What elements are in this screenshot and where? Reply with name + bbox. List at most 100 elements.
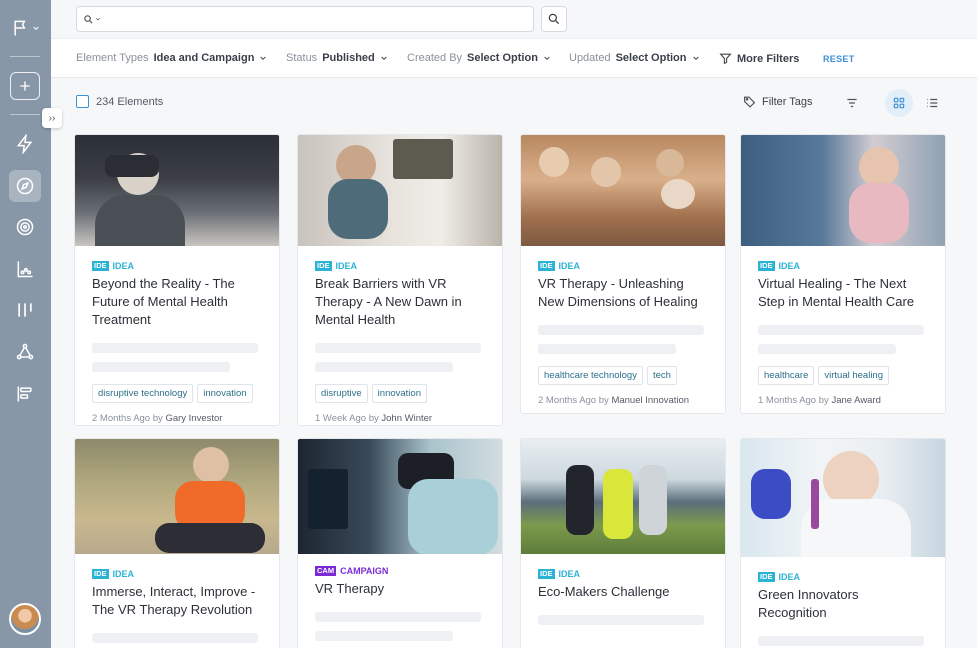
filter-label: Updated (569, 52, 611, 64)
filter-element-types[interactable]: Element Types Idea and Campaign (76, 52, 267, 64)
card-title[interactable]: Beyond the Reality - The Future of Menta… (92, 275, 263, 329)
card-meta: 2 Months Ago by Gary Investor (92, 413, 223, 424)
sidebar-divider (10, 56, 40, 57)
chevron-down-icon (381, 56, 387, 61)
search-input[interactable] (101, 12, 533, 26)
filter-status[interactable]: Status Published (286, 52, 388, 64)
compass-icon (16, 177, 34, 195)
card-image (521, 439, 725, 554)
idea-card[interactable]: IDE IDEA Break Barriers with VR Therapy -… (297, 134, 503, 426)
filter-value: Select Option (467, 52, 538, 64)
type-label: IDEA (112, 569, 135, 579)
columns-icon (18, 303, 32, 317)
filter-tags-label: Filter Tags (762, 95, 813, 108)
filter-updated[interactable]: Updated Select Option (569, 52, 700, 64)
filter-value: Idea and Campaign (153, 52, 255, 64)
author-name: Jane Award (831, 395, 881, 406)
sidebar-item-planning[interactable] (9, 378, 41, 410)
placeholder-line (758, 325, 924, 335)
card-title[interactable]: Break Barriers with VR Therapy - A New D… (315, 275, 486, 329)
grid-view-button[interactable] (885, 89, 913, 117)
type-label: IDEA (778, 572, 801, 582)
type-badge: IDE (538, 261, 555, 271)
card-title[interactable]: Immerse, Interact, Improve - The VR Ther… (92, 583, 263, 619)
filter-created-by[interactable]: Created By Select Option (407, 52, 551, 64)
search-icon (548, 13, 560, 25)
avatar[interactable] (9, 603, 41, 635)
filter-label: Element Types (76, 52, 149, 64)
sidebar-item-network[interactable] (9, 336, 41, 368)
placeholder-line (315, 343, 481, 353)
card-title[interactable]: VR Therapy - Unleashing New Dimensions o… (538, 275, 709, 311)
type-badge: IDE (758, 261, 775, 271)
campaign-card[interactable]: CAM CAMPAIGN VR Therapy (297, 438, 503, 648)
search-button[interactable] (541, 6, 567, 32)
expand-sidebar-button[interactable]: ›› (42, 108, 62, 128)
sidebar-item-board[interactable] (9, 294, 41, 326)
placeholder-line (538, 344, 676, 354)
placeholder-line (92, 362, 230, 372)
filter-label: Created By (407, 52, 463, 64)
select-all[interactable]: 234 Elements (76, 95, 163, 108)
sidebar-item-analytics[interactable] (9, 253, 41, 285)
tag-chip[interactable]: healthcare technology (538, 366, 643, 385)
idea-card[interactable]: IDE IDEA Virtual Healing - The Next Step … (740, 134, 946, 414)
tag-chip[interactable]: innovation (197, 384, 253, 403)
card-title[interactable]: Green Innovators Recognition (758, 586, 929, 622)
more-filters-button[interactable]: More Filters (719, 52, 799, 65)
tag-chip[interactable]: innovation (371, 384, 427, 403)
tag-chip[interactable]: disruptive technology (92, 384, 194, 403)
idea-card[interactable]: IDE IDEA Eco-Makers Challenge (520, 438, 726, 648)
filter-tags-button[interactable]: Filter Tags (743, 95, 813, 108)
type-badge: IDE (538, 569, 555, 579)
reset-button[interactable]: RESET (823, 54, 855, 64)
search-field[interactable] (76, 6, 534, 32)
card-title[interactable]: Virtual Healing - The Next Step in Menta… (758, 275, 929, 311)
card-meta: 2 Months Ago by Manuel Innovation (538, 395, 690, 406)
select-all-checkbox[interactable] (76, 95, 89, 108)
card-image (741, 135, 945, 246)
type-label: IDEA (335, 261, 358, 271)
tag-chip[interactable]: disruptive (315, 384, 368, 403)
sidebar-item-activity[interactable] (9, 128, 41, 160)
idea-card[interactable]: IDE IDEA VR Therapy - Unleashing New Dime… (520, 134, 726, 414)
type-badge: IDE (92, 261, 109, 271)
placeholder-line (758, 636, 924, 646)
sort-button[interactable] (838, 89, 866, 117)
card-image (521, 135, 725, 246)
chevron-down-icon (692, 56, 699, 61)
card-title[interactable]: VR Therapy (315, 580, 486, 598)
tag-chip[interactable]: healthcare (758, 366, 815, 385)
idea-card[interactable]: IDE IDEA Green Innovators Recognition (740, 438, 946, 648)
sidebar-item-goals[interactable] (9, 211, 41, 243)
tag-chip[interactable]: tech (646, 366, 677, 385)
flag-menu-button[interactable] (9, 12, 41, 44)
element-count: 234 Elements (96, 95, 164, 108)
filter-value: Select Option (615, 52, 687, 64)
list-icon (927, 98, 938, 108)
add-button[interactable] (10, 72, 40, 100)
placeholder-line (538, 615, 704, 625)
filter-value: Published (322, 52, 375, 64)
placeholder-line (92, 343, 258, 353)
sidebar-item-explore[interactable] (9, 170, 41, 202)
placeholder-line (758, 344, 896, 354)
flag-icon (13, 20, 26, 36)
tag-chip[interactable]: virtual healing (818, 366, 889, 385)
placeholder-line (315, 612, 481, 622)
idea-card[interactable]: IDE IDEA Beyond the Reality - The Future … (74, 134, 280, 426)
sidebar (0, 0, 51, 648)
type-label: IDEA (112, 261, 135, 271)
type-badge: IDE (315, 261, 332, 271)
list-view-button[interactable] (918, 89, 946, 117)
chevron-down-icon (544, 56, 550, 61)
double-chevron-right-icon: ›› (48, 112, 56, 124)
network-icon (16, 343, 34, 360)
card-image (298, 135, 502, 246)
align-icon (17, 386, 32, 402)
type-label: IDEA (558, 569, 581, 579)
card-title[interactable]: Eco-Makers Challenge (538, 583, 709, 601)
target-icon (16, 218, 34, 236)
author-name: Gary Investor (165, 413, 223, 424)
idea-card[interactable]: IDE IDEA Immerse, Interact, Improve - The… (74, 438, 280, 648)
